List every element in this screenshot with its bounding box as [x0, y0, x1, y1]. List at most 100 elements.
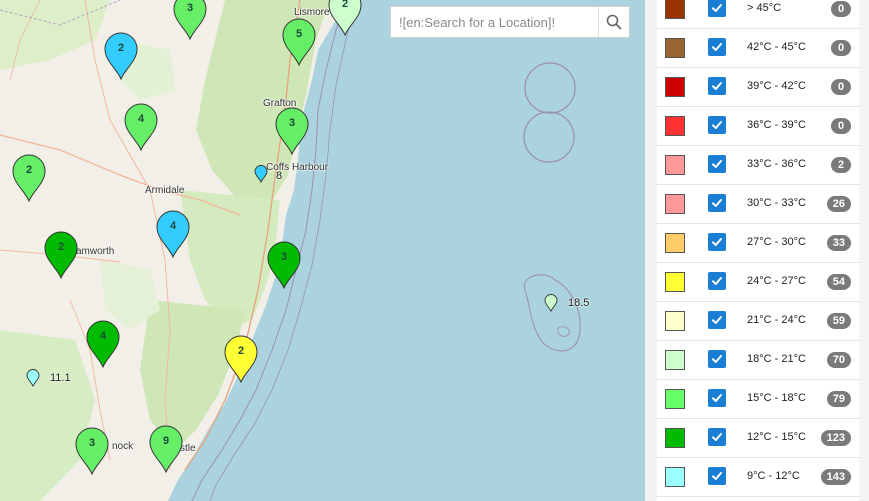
checkmark-icon	[712, 121, 722, 129]
legend-count-badge: 33	[826, 235, 851, 251]
map-pin-icon	[149, 425, 183, 473]
legend-scrollbar[interactable]	[859, 0, 869, 501]
legend-color-swatch	[665, 0, 685, 19]
cluster-marker[interactable]: 4	[123, 103, 159, 151]
legend-range-label: 18°C - 21°C	[747, 353, 806, 365]
legend-checkbox[interactable]	[708, 467, 726, 485]
map-pin-icon	[86, 320, 120, 368]
checkmark-icon	[712, 394, 722, 402]
legend-range-label: 36°C - 39°C	[747, 119, 806, 131]
legend-checkbox[interactable]	[708, 272, 726, 290]
cluster-count: 4	[137, 113, 145, 125]
legend-checkbox[interactable]	[708, 38, 726, 56]
legend-count-badge: 54	[826, 274, 851, 290]
legend-checkbox[interactable]	[708, 311, 726, 329]
legend-color-swatch	[665, 38, 685, 58]
cluster-count: 2	[341, 0, 349, 10]
cluster-count: 3	[88, 437, 96, 449]
cluster-marker[interactable]: 2	[327, 0, 363, 36]
cluster-marker[interactable]: 3	[172, 0, 208, 40]
legend-count-badge: 123	[820, 430, 851, 446]
legend-range-label: 15°C - 18°C	[747, 392, 806, 404]
place-label-tamworth: amworth	[76, 246, 115, 257]
cluster-count: 4	[169, 220, 177, 232]
cluster-marker[interactable]: 3	[266, 241, 302, 289]
legend-count-badge: 0	[831, 79, 851, 95]
legend-color-swatch	[665, 428, 685, 448]
cluster-count: 3	[288, 117, 296, 129]
cluster-count: 3	[280, 251, 288, 263]
station-marker[interactable]	[26, 369, 40, 388]
checkmark-icon	[712, 82, 722, 90]
legend-color-swatch	[665, 77, 685, 97]
checkmark-icon	[712, 238, 722, 246]
legend-checkbox[interactable]	[708, 116, 726, 134]
legend-row: 18°C - 21°C 70	[657, 341, 859, 380]
map-pin-icon	[224, 335, 258, 383]
search-input[interactable]	[391, 7, 599, 37]
legend-checkbox[interactable]	[708, 428, 726, 446]
legend-checkbox[interactable]	[708, 155, 726, 173]
cluster-count: 2	[117, 42, 125, 54]
legend-color-swatch	[665, 311, 685, 331]
map-pin-icon	[104, 32, 138, 80]
station-marker[interactable]	[544, 294, 558, 313]
cluster-marker[interactable]: 2	[11, 154, 47, 202]
cluster-count: 2	[57, 241, 65, 253]
legend-color-swatch	[665, 116, 685, 136]
station-pin-icon	[254, 165, 268, 184]
legend-row: 42°C - 45°C 0	[657, 29, 859, 68]
station-value: 11.1	[50, 372, 71, 384]
map-pin-icon	[267, 241, 301, 289]
cluster-marker[interactable]: 3	[74, 427, 110, 475]
station-marker[interactable]	[254, 165, 268, 184]
search-button[interactable]	[598, 7, 629, 37]
cluster-marker[interactable]: 4	[155, 210, 191, 258]
legend-range-label: 39°C - 42°C	[747, 80, 806, 92]
legend-checkbox[interactable]	[708, 350, 726, 368]
legend-count-badge: 0	[831, 118, 851, 134]
legend-range-label: 9°C - 12°C	[747, 470, 800, 482]
legend-checkbox[interactable]	[708, 194, 726, 212]
station-pin-icon	[26, 369, 40, 388]
checkmark-icon	[712, 316, 722, 324]
cluster-marker[interactable]: 9	[148, 425, 184, 473]
legend-checkbox[interactable]	[708, 389, 726, 407]
map-view[interactable]: Lismore Grafton Coffs Harbour Armidale a…	[0, 0, 645, 501]
legend-count-badge: 79	[826, 391, 851, 407]
cluster-marker[interactable]: 3	[274, 107, 310, 155]
map-pin-icon	[12, 154, 46, 202]
legend-count-badge: 2	[831, 157, 851, 173]
cluster-marker[interactable]: 2	[103, 32, 139, 80]
station-pin-icon	[544, 294, 558, 313]
map-pin-icon	[156, 210, 190, 258]
cluster-marker[interactable]: 2	[223, 335, 259, 383]
legend-row: 9°C - 12°C 143	[657, 458, 859, 497]
legend-color-swatch	[665, 389, 685, 409]
legend-range-label: 21°C - 24°C	[747, 314, 806, 326]
legend-count-badge: 70	[826, 352, 851, 368]
cluster-marker[interactable]: 2	[43, 231, 79, 279]
legend-checkbox[interactable]	[708, 77, 726, 95]
map-pin-icon	[275, 107, 309, 155]
legend-row: 27°C - 30°C 33	[657, 224, 859, 263]
cluster-marker[interactable]: 5	[281, 18, 317, 66]
legend-checkbox[interactable]	[708, 0, 726, 17]
checkmark-icon	[712, 199, 722, 207]
cluster-marker[interactable]: 4	[85, 320, 121, 368]
cluster-count: 4	[99, 330, 107, 342]
station-value: 18.5	[568, 297, 590, 309]
legend-checkbox[interactable]	[708, 233, 726, 251]
map-pin-icon	[44, 231, 78, 279]
legend-row: 39°C - 42°C 0	[657, 68, 859, 107]
checkmark-icon	[712, 472, 722, 480]
legend-color-swatch	[665, 467, 685, 487]
checkmark-icon	[712, 277, 722, 285]
location-search	[390, 6, 630, 38]
legend-count-badge: 0	[831, 1, 851, 17]
checkmark-icon	[712, 4, 722, 12]
legend-row: 15°C - 18°C 79	[657, 380, 859, 419]
legend-color-swatch	[665, 233, 685, 253]
place-label-lismore: Lismore	[294, 7, 330, 18]
legend-color-swatch	[665, 194, 685, 214]
